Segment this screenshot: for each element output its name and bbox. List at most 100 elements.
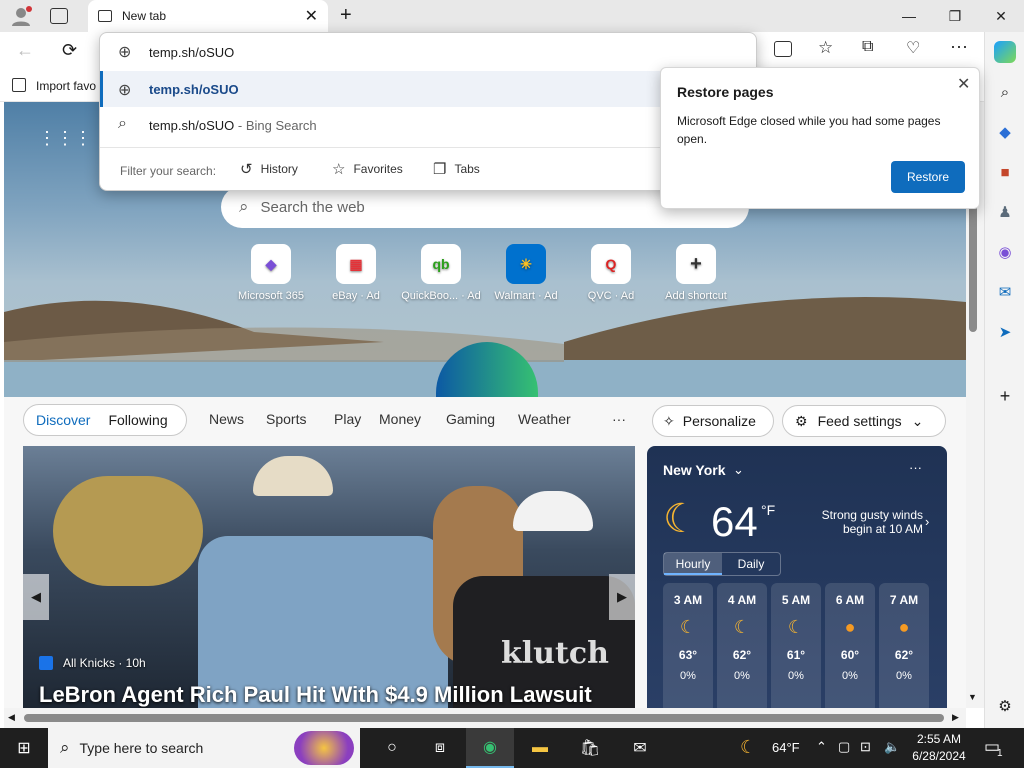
filter-label: Filter your search: [120, 164, 217, 178]
jersey-text: klutch [501, 636, 609, 671]
hour-forecast[interactable]: 7 AM ● 62° 0% [879, 583, 929, 708]
settings-more-icon[interactable]: ··· [950, 36, 968, 57]
search-icon: ⌕ [118, 115, 127, 132]
collections-icon[interactable]: ⧉ [862, 38, 873, 56]
globe-icon: ⊕ [118, 44, 132, 61]
task-view-icon[interactable]: ⧈ [416, 728, 464, 768]
qvc-icon: Q [591, 244, 631, 284]
taskbar-time[interactable]: 2:55 AM [914, 732, 964, 746]
chevron-right-icon[interactable]: › [925, 514, 929, 529]
hour-forecast[interactable]: 4 AM ☾ 62° 0% [717, 583, 767, 708]
back-icon[interactable]: ← [16, 40, 34, 61]
tile-ebay[interactable]: ▦ eBay · Ad [311, 244, 401, 302]
nav-news[interactable]: News [209, 411, 244, 427]
nav-sports[interactable]: Sports [266, 411, 306, 427]
chevron-up-icon[interactable]: ⌃ [816, 739, 827, 755]
tab-actions-icon[interactable] [50, 8, 68, 24]
outlook-icon[interactable]: ✉ [985, 276, 1024, 308]
taskbar-weather-temp[interactable]: 64°F [772, 740, 800, 755]
suggestion-url[interactable]: ⊕ temp.sh/oSUO [100, 71, 756, 107]
feed-settings-button[interactable]: ⚙ Feed settings ⌄ [782, 405, 946, 437]
microsoft-365-icon[interactable]: ◉ [985, 236, 1024, 268]
personalize-icon: ✧ [663, 412, 675, 429]
nav-weather[interactable]: Weather [518, 411, 571, 427]
weather-card[interactable]: New York ⌄ ··· ☾ 64 °F Strong gusty wind… [647, 446, 947, 708]
sliders-icon: ⚙ [795, 412, 808, 429]
apps-grid-icon[interactable]: ⋮⋮⋮ [38, 128, 92, 148]
refresh-icon[interactable]: ⟳ [62, 40, 77, 61]
games-icon[interactable]: ♟ [985, 196, 1024, 228]
search-icon[interactable]: ⌕ [985, 76, 1024, 108]
tab-daily[interactable]: Daily [722, 553, 780, 575]
news-headline[interactable]: LeBron Agent Rich Paul Hit With $4.9 Mil… [39, 682, 592, 708]
suggestion-bing-search[interactable]: ⌕ temp.sh/oSUO - Bing Search [100, 107, 756, 143]
drop-icon[interactable]: ➤ [985, 316, 1024, 348]
shopping-icon[interactable]: ◆ [985, 116, 1024, 148]
filter-favorites[interactable]: ☆ Favorites [332, 160, 403, 178]
hour-forecast[interactable]: 6 AM ● 60° 0% [825, 583, 875, 708]
file-explorer-icon[interactable]: ▬ [516, 728, 564, 768]
tile-add-shortcut[interactable]: + Add shortcut [651, 244, 741, 302]
filter-tabs[interactable]: ❐ Tabs [433, 160, 480, 178]
browser-essentials-icon[interactable]: ♡ [906, 38, 920, 58]
scroll-left-icon[interactable]: ◀ [8, 712, 15, 723]
tab-new-tab[interactable]: New tab ✕ [88, 0, 328, 32]
nav-play[interactable]: Play [334, 411, 361, 427]
network-icon[interactable]: ⊡ [860, 739, 871, 755]
restore-title: Restore pages [677, 84, 774, 100]
discover-following-toggle: Discover Following [23, 404, 187, 436]
weather-city[interactable]: New York [663, 462, 726, 478]
more-options-icon[interactable]: ··· [909, 460, 922, 475]
scroll-right-icon[interactable]: ▶ [952, 712, 959, 723]
hour-forecast[interactable]: 5 AM ☾ 61° 0% [771, 583, 821, 708]
start-windows-icon[interactable]: ⊞ [0, 728, 48, 768]
tab-hourly[interactable]: Hourly [664, 553, 722, 575]
edge-taskbar-icon[interactable]: ◉ [466, 728, 514, 768]
address-input[interactable]: temp.sh/oSUO [149, 45, 234, 60]
carousel-prev-icon[interactable]: ◀ [23, 574, 49, 620]
ebay-icon: ▦ [336, 244, 376, 284]
cortana-icon[interactable]: ○ [368, 728, 416, 768]
personalize-button[interactable]: ✧ Personalize [652, 405, 774, 437]
weather-alert[interactable]: Strong gusty winds begin at 10 AM [803, 508, 923, 536]
feed-settings-label: Feed settings [817, 413, 902, 429]
more-nav-icon[interactable]: ··· [612, 411, 626, 427]
restore-button[interactable]: Restore [891, 161, 965, 193]
mail-icon[interactable]: ✉ [616, 728, 664, 768]
tile-walmart[interactable]: ✳ Walmart · Ad [481, 244, 571, 302]
carousel-next-icon[interactable]: ▶ [609, 574, 635, 620]
add-sidebar-icon[interactable]: + [985, 380, 1024, 412]
close-tab-icon[interactable]: ✕ [305, 6, 318, 26]
scroll-down-icon[interactable]: ▼ [968, 692, 977, 702]
copilot-icon[interactable] [985, 36, 1024, 68]
tile-microsoft-365[interactable]: ◆ Microsoft 365 [226, 244, 316, 302]
minimize-icon[interactable]: — [886, 0, 932, 32]
nav-money[interactable]: Money [379, 411, 421, 427]
favorites-star-icon[interactable]: ☆ [818, 38, 833, 58]
profile-icon[interactable] [8, 4, 34, 28]
news-card[interactable]: klutch ◀ ▶ All Knicks · 10h LeBron Agent… [23, 446, 635, 708]
settings-gear-icon[interactable]: ⚙ [985, 690, 1024, 722]
new-tab-icon[interactable]: + [340, 4, 352, 27]
tile-qvc[interactable]: Q QVC · Ad [566, 244, 656, 302]
import-favorites-link[interactable]: Import favo [36, 79, 96, 93]
split-screen-icon[interactable] [774, 41, 792, 57]
tile-quickbooks[interactable]: qb QuickBoo... · Ad [396, 244, 486, 302]
filter-history[interactable]: ↺ History [240, 160, 298, 178]
scroll-thumb[interactable] [24, 714, 944, 722]
nav-gaming[interactable]: Gaming [446, 411, 495, 427]
restore-window-icon[interactable]: ❐ [932, 0, 978, 32]
close-icon[interactable]: ✕ [957, 74, 970, 94]
horizontal-scrollbar[interactable]: ◀ ▶ [4, 708, 966, 728]
taskbar-search-box[interactable]: ⌕ Type here to search [48, 728, 360, 768]
tools-icon[interactable]: ■ [985, 156, 1024, 188]
taskbar-date[interactable]: 6/28/2024 [908, 749, 970, 763]
title-bar: New tab ✕ + — ❐ ✕ [0, 0, 1024, 32]
store-icon[interactable]: 🛍 [566, 728, 614, 768]
tab-discover[interactable]: Discover [36, 412, 90, 428]
volume-icon[interactable]: 🔈 [884, 739, 900, 755]
tab-following[interactable]: Following [108, 412, 167, 428]
tabs-icon: ❐ [433, 161, 447, 178]
close-window-icon[interactable]: ✕ [978, 0, 1024, 32]
hour-forecast[interactable]: 3 AM ☾ 63° 0% [663, 583, 713, 708]
